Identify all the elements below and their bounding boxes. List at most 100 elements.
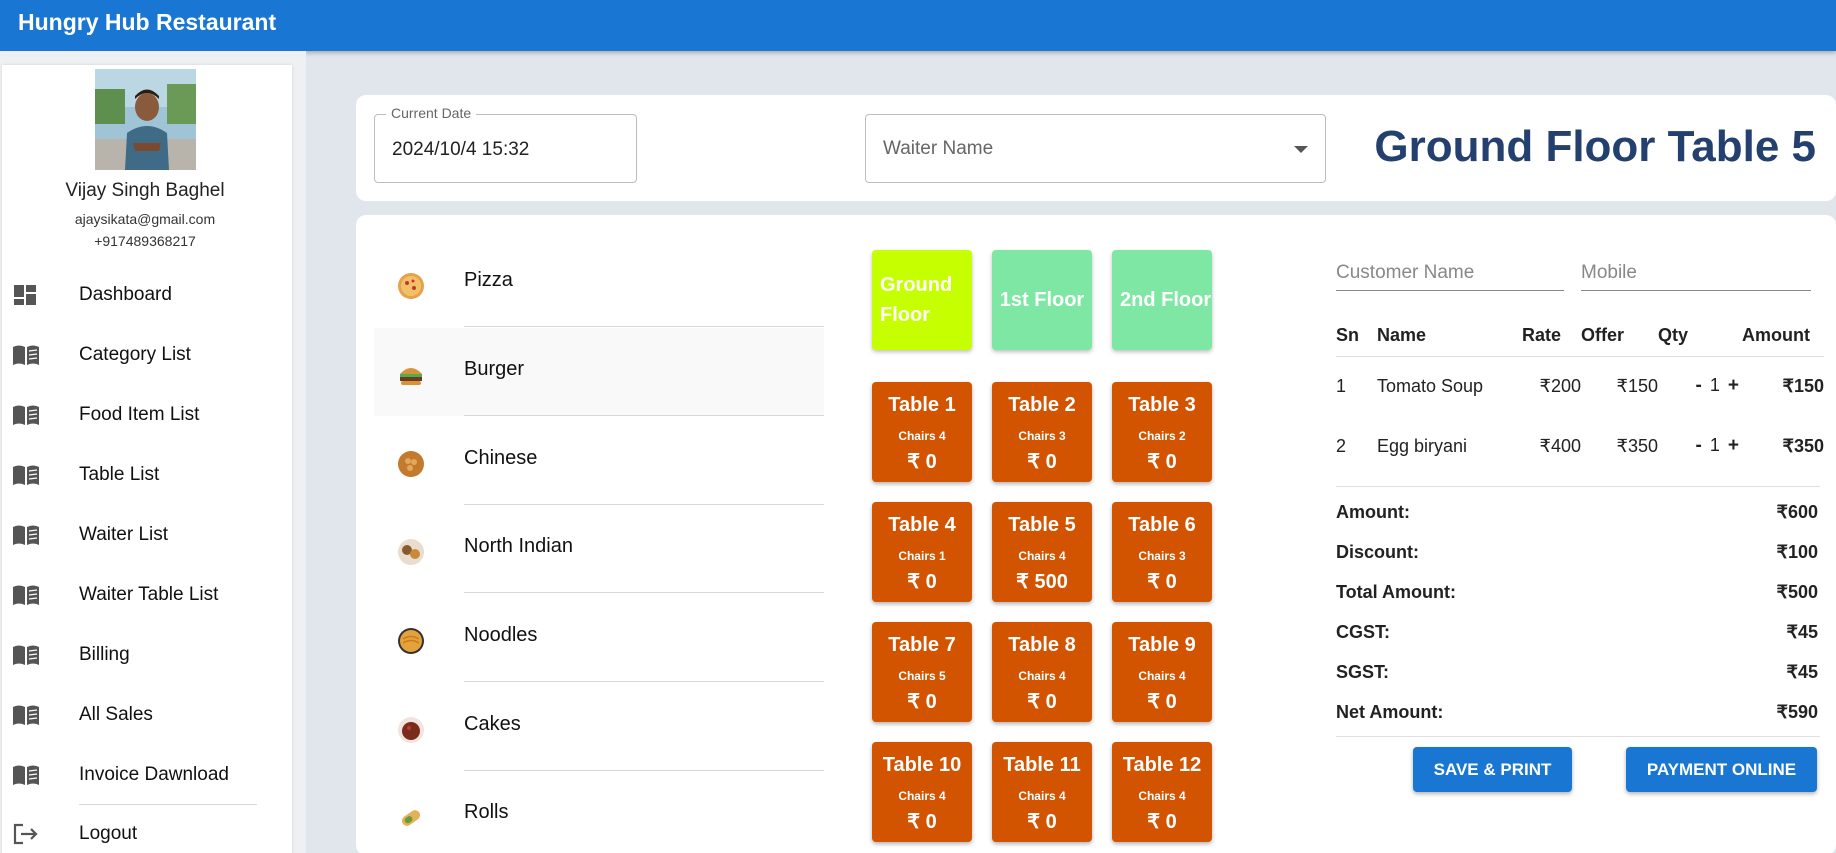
- sidebar-item-table-list[interactable]: Table List: [0, 453, 290, 497]
- table-amount: ₹ 0: [1147, 571, 1177, 593]
- waiter-name-placeholder: Waiter Name: [883, 138, 994, 159]
- table-chairs: Chairs 4: [1018, 669, 1066, 683]
- mobile-input[interactable]: [1581, 262, 1811, 291]
- item-sn: 1: [1336, 375, 1347, 396]
- table-row: 1 Tomato Soup ₹200 ₹150 - 1 + ₹150: [1336, 356, 1824, 416]
- table-amount: ₹ 0: [1147, 691, 1177, 713]
- payment-online-button[interactable]: PAYMENT ONLINE: [1626, 747, 1817, 792]
- pizza-icon: [396, 271, 426, 301]
- table-button-4[interactable]: Table 4 Chairs 1 ₹ 0: [872, 502, 972, 602]
- category-label: Burger: [464, 358, 525, 380]
- roll-icon: [396, 803, 426, 833]
- table-amount: ₹ 0: [907, 811, 937, 833]
- category-item-burger[interactable]: Burger: [374, 328, 824, 416]
- item-qty-stepper: - 1 +: [1658, 416, 1742, 476]
- table-amount: ₹ 0: [1147, 451, 1177, 473]
- item-qty: 1: [1709, 375, 1720, 396]
- table-button-6[interactable]: Table 6 Chairs 3 ₹ 0: [1112, 502, 1212, 602]
- table-button-5[interactable]: Table 5 Chairs 4 ₹ 500: [992, 502, 1092, 602]
- increase-qty-button[interactable]: +: [1725, 375, 1742, 397]
- table-button-1[interactable]: Table 1 Chairs 4 ₹ 0: [872, 382, 972, 482]
- column-header-amount: Amount: [1742, 316, 1824, 357]
- column-header-name: Name: [1377, 316, 1522, 357]
- floor-button-ground[interactable]: Ground Floor: [872, 250, 972, 350]
- sidebar-item-label: Waiter Table List: [79, 584, 219, 605]
- sidebar-item-label: Waiter List: [79, 524, 169, 545]
- decrease-qty-button[interactable]: -: [1693, 375, 1705, 397]
- table-name: Table 2: [1008, 394, 1076, 416]
- table-amount: ₹ 500: [1016, 571, 1068, 593]
- floor-button-1st[interactable]: 1st Floor: [992, 250, 1092, 350]
- table-amount: ₹ 0: [907, 571, 937, 593]
- item-amount: ₹350: [1782, 435, 1824, 456]
- table-button-7[interactable]: Table 7 Chairs 5 ₹ 0: [872, 622, 972, 722]
- sidebar-item-all-sales[interactable]: All Sales: [0, 693, 290, 737]
- category-item-noodles[interactable]: Noodles: [374, 594, 824, 682]
- totals-divider: [1336, 736, 1820, 737]
- sidebar-item-label: Food Item List: [79, 404, 200, 425]
- table-name: Table 1: [888, 394, 956, 416]
- category-item-north-indian[interactable]: North Indian: [374, 505, 824, 593]
- sidebar-item-invoice-download[interactable]: Invoice Dawnload: [0, 753, 290, 797]
- sidebar-item-waiter-table-list[interactable]: Waiter Table List: [0, 573, 290, 617]
- decrease-qty-button[interactable]: -: [1693, 435, 1705, 457]
- sidebar-item-label: Table List: [79, 464, 160, 485]
- sidebar-item-label: Logout: [79, 823, 138, 844]
- customer-name-input[interactable]: [1336, 262, 1564, 291]
- total-value: ₹45: [1786, 622, 1818, 642]
- increase-qty-button[interactable]: +: [1725, 435, 1742, 457]
- table-name: Table 12: [1122, 754, 1202, 776]
- sidebar-item-billing[interactable]: Billing: [0, 633, 290, 677]
- table-button-12[interactable]: Table 12 Chairs 4 ₹ 0: [1112, 742, 1212, 842]
- total-label: SGST:: [1336, 662, 1390, 682]
- total-after-discount-row: Total Amount: ₹500: [1336, 582, 1818, 612]
- sidebar-item-label: Invoice Dawnload: [79, 764, 229, 785]
- net-amount-row: Net Amount: ₹590: [1336, 702, 1818, 732]
- total-value: ₹45: [1786, 662, 1818, 682]
- category-label: Chinese: [464, 447, 538, 469]
- profile-phone: +917489368217: [94, 233, 196, 249]
- column-header-offer: Offer: [1581, 316, 1658, 357]
- book-icon: [12, 523, 40, 547]
- avatar: [95, 69, 196, 170]
- table-amount: ₹ 0: [907, 451, 937, 473]
- sidebar-item-category-list[interactable]: Category List: [0, 333, 290, 377]
- table-button-10[interactable]: Table 10 Chairs 4 ₹ 0: [872, 742, 972, 842]
- divider: [464, 326, 824, 327]
- profile-email: ajaysikata@gmail.com: [74, 211, 216, 227]
- current-date-value: 2024/10/4 15:32: [392, 139, 530, 160]
- dropdown-arrow-icon[interactable]: [1294, 146, 1308, 153]
- table-button-8[interactable]: Table 8 Chairs 4 ₹ 0: [992, 622, 1092, 722]
- table-name: Table 9: [1128, 634, 1196, 656]
- total-label: Discount:: [1336, 542, 1419, 562]
- floor-button-2nd[interactable]: 2nd Floor: [1112, 250, 1212, 350]
- logout-icon: [12, 822, 40, 846]
- dashboard-icon: [12, 283, 40, 307]
- sidebar-item-food-item-list[interactable]: Food Item List: [0, 393, 290, 437]
- table-amount: ₹ 0: [1147, 811, 1177, 833]
- sidebar-item-label: Billing: [79, 644, 130, 665]
- table-amount: ₹ 0: [1027, 811, 1057, 833]
- table-chairs: Chairs 5: [898, 669, 946, 683]
- item-qty: 1: [1709, 435, 1720, 455]
- category-item-cakes[interactable]: Cakes: [374, 683, 824, 771]
- table-chairs: Chairs 4: [898, 789, 946, 803]
- divider: [464, 415, 824, 416]
- table-button-3[interactable]: Table 3 Chairs 2 ₹ 0: [1112, 382, 1212, 482]
- item-rate: ₹400: [1539, 435, 1581, 456]
- sidebar-item-waiter-list[interactable]: Waiter List: [0, 513, 290, 557]
- table-name: Table 10: [882, 754, 962, 776]
- north-indian-food-icon: [396, 537, 426, 567]
- table-button-9[interactable]: Table 9 Chairs 4 ₹ 0: [1112, 622, 1212, 722]
- sidebar-item-logout[interactable]: Logout: [0, 812, 290, 853]
- sidebar-item-dashboard[interactable]: Dashboard: [0, 273, 290, 317]
- category-item-chinese[interactable]: Chinese: [374, 417, 824, 505]
- category-item-rolls[interactable]: Rolls: [374, 771, 824, 853]
- table-button-2[interactable]: Table 2 Chairs 3 ₹ 0: [992, 382, 1092, 482]
- category-label: Pizza: [464, 269, 513, 291]
- table-name: Table 4: [888, 514, 956, 536]
- table-button-11[interactable]: Table 11 Chairs 4 ₹ 0: [992, 742, 1092, 842]
- save-print-button[interactable]: SAVE & PRINT: [1413, 747, 1572, 792]
- category-item-pizza[interactable]: Pizza: [374, 239, 824, 327]
- table-amount: ₹ 0: [1027, 691, 1057, 713]
